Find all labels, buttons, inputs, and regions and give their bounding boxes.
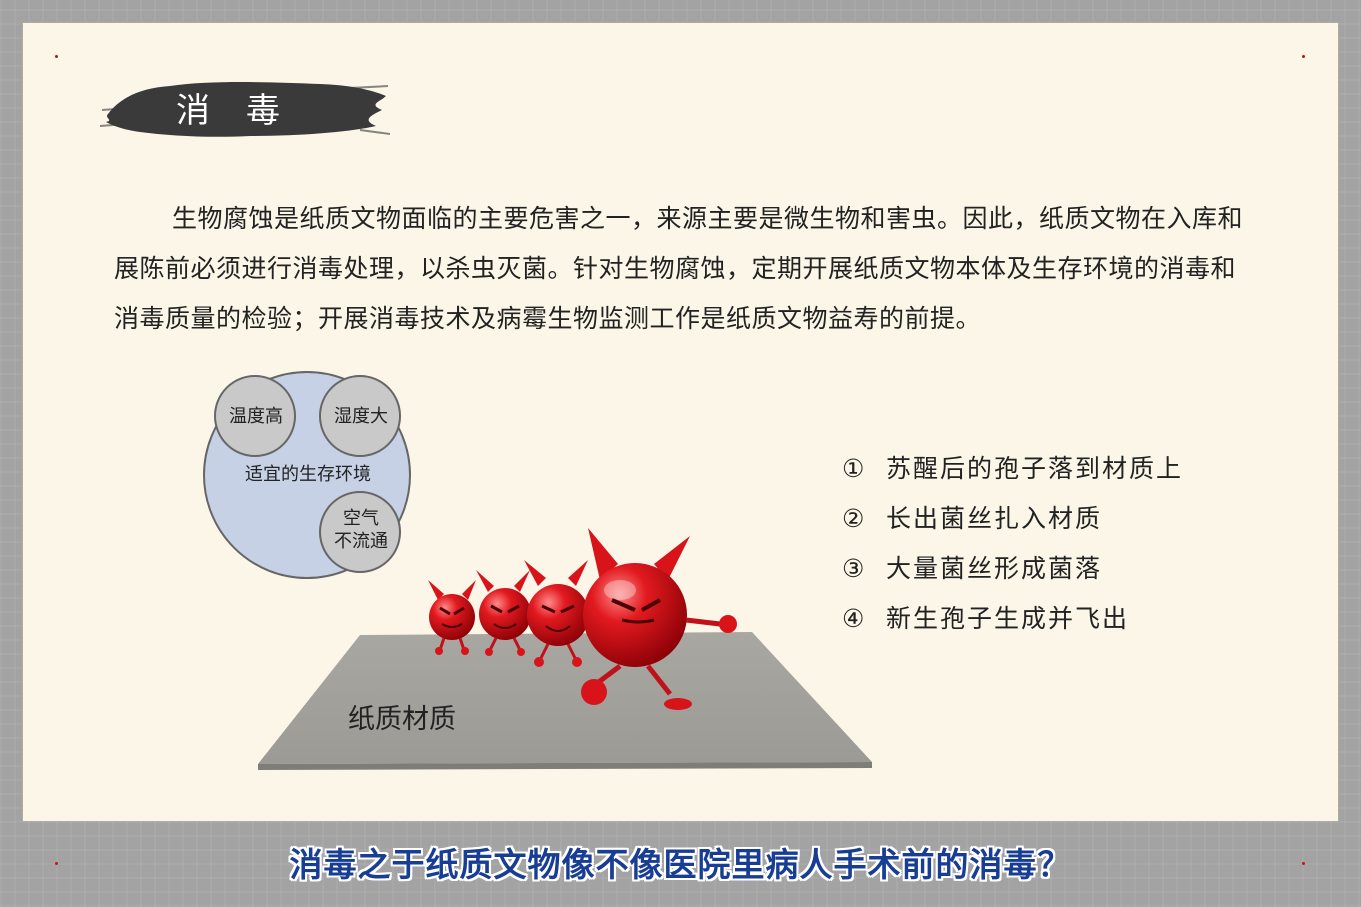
step-item: ③ 大量菌丝形成菌落 bbox=[842, 544, 1183, 594]
floor-label: 纸质材质 bbox=[348, 704, 456, 735]
circle-label-humidity: 湿度大 bbox=[334, 406, 388, 427]
step-number: ② bbox=[842, 504, 867, 533]
step-text: 新生孢子生成并飞出 bbox=[886, 604, 1130, 633]
devil-illustration bbox=[258, 528, 872, 770]
corner-dot bbox=[55, 55, 58, 58]
bottom-question: 消毒之于纸质文物像不像医院里病人手术前的消毒？ bbox=[289, 845, 1072, 884]
corner-dot bbox=[1302, 55, 1305, 58]
intro-paragraph: 生物腐蚀是纸质文物面临的主要危害之一，来源主要是微生物和害虫。因此，纸质文物在入… bbox=[114, 204, 1244, 333]
step-number: ④ bbox=[842, 604, 867, 633]
circle-label-temperature: 温度高 bbox=[229, 406, 283, 427]
venn-main-label: 适宜的生存环境 bbox=[245, 464, 371, 485]
step-item: ② 长出菌丝扎入材质 bbox=[842, 494, 1183, 544]
step-item: ① 苏醒后的孢子落到材质上 bbox=[842, 444, 1183, 494]
step-text: 长出菌丝扎入材质 bbox=[886, 504, 1103, 533]
step-item: ④ 新生孢子生成并飞出 bbox=[842, 594, 1183, 644]
step-text: 苏醒后的孢子落到材质上 bbox=[886, 454, 1184, 483]
page-title: 消毒 bbox=[176, 91, 316, 131]
step-text: 大量菌丝形成菌落 bbox=[886, 554, 1103, 583]
step-number: ① bbox=[842, 454, 867, 483]
step-list: ① 苏醒后的孢子落到材质上 ② 长出菌丝扎入材质 ③ 大量菌丝形成菌落 ④ 新生孢子生成… bbox=[842, 444, 1183, 644]
step-number: ③ bbox=[842, 554, 867, 583]
